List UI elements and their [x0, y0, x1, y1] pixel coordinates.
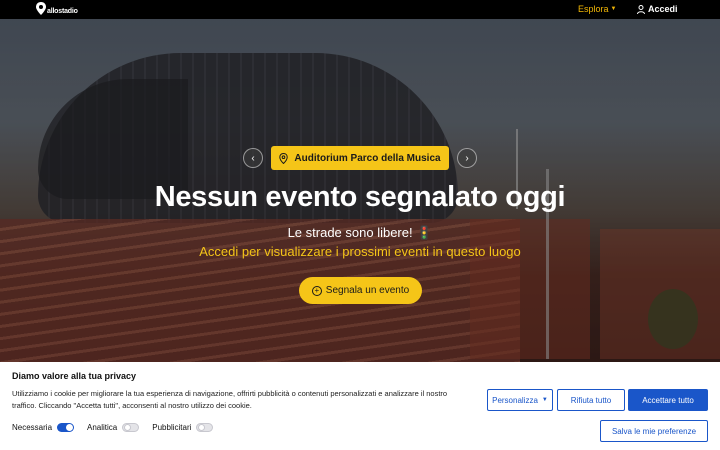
customize-label: Personalizza — [492, 395, 538, 405]
cookie-description: Utilizziamo i cookie per migliorare la t… — [12, 389, 448, 410]
toggle-switch-off[interactable] — [122, 423, 140, 432]
top-navbar: allostadio Esplora ▼ Accedi — [0, 0, 720, 19]
caret-down-icon: ▼ — [610, 6, 617, 12]
toggle-analytics[interactable]: Analitica — [87, 423, 140, 432]
login-prompt-link[interactable]: Accedi per visualizzare i prossimi event… — [0, 244, 720, 259]
caret-down-icon: ▼ — [541, 397, 548, 403]
toggle-switch-on[interactable] — [57, 423, 75, 432]
accept-all-button[interactable]: Accettare tutto — [628, 389, 708, 411]
cookie-banner: Diamo valore alla tua privacy Utilizziam… — [0, 362, 720, 450]
save-preferences-button[interactable]: Salva le mie preferenze — [600, 420, 708, 442]
toggle-switch-off[interactable] — [196, 423, 214, 432]
toggle-knob — [66, 424, 74, 431]
toggle-knob — [124, 424, 132, 431]
venue-button[interactable]: Auditorium Parco della Musica — [271, 146, 449, 170]
login-link[interactable]: Accedi — [637, 4, 678, 14]
user-icon — [637, 4, 645, 14]
toggle-label: Analitica — [87, 423, 118, 432]
logo-pin-icon — [36, 2, 46, 15]
next-venue-button[interactable]: › — [457, 148, 477, 168]
plus-circle-icon: + — [311, 285, 322, 296]
reject-all-button[interactable]: Rifiuta tutto — [557, 389, 625, 411]
report-event-label: Segnala un evento — [325, 285, 410, 296]
explore-menu[interactable]: Esplora ▼ — [578, 4, 616, 14]
toggle-label: Necessaria — [12, 423, 53, 432]
cookie-toggles: Necessaria Analitica Pubblicitari — [12, 423, 226, 432]
login-label: Accedi — [648, 4, 678, 14]
brand-logo[interactable]: allostadio — [36, 2, 78, 15]
status-message: Le strade sono libere! 🚦 — [287, 225, 433, 240]
explore-label: Esplora — [578, 4, 609, 14]
prev-venue-button[interactable]: ‹ — [243, 148, 263, 168]
report-event-button[interactable]: + Segnala un evento — [299, 277, 422, 304]
map-pin-icon — [279, 152, 289, 164]
toggle-label: Pubblicitari — [152, 423, 192, 432]
hero-section: ‹ Auditorium Parco della Musica › Nessun… — [0, 19, 720, 362]
cookie-title: Diamo valore alla tua privacy — [12, 371, 137, 381]
venue-label: Auditorium Parco della Musica — [294, 152, 441, 164]
customize-button[interactable]: Personalizza ▼ — [487, 389, 553, 411]
chevron-right-icon: › — [465, 152, 469, 164]
brand-name: allostadio — [47, 8, 78, 15]
toggle-knob — [198, 424, 206, 431]
chevron-left-icon: ‹ — [251, 152, 255, 164]
page-title: Nessun evento segnalato oggi — [154, 181, 566, 213]
toggle-advertising[interactable]: Pubblicitari — [152, 423, 214, 432]
toggle-necessary[interactable]: Necessaria — [12, 423, 75, 432]
